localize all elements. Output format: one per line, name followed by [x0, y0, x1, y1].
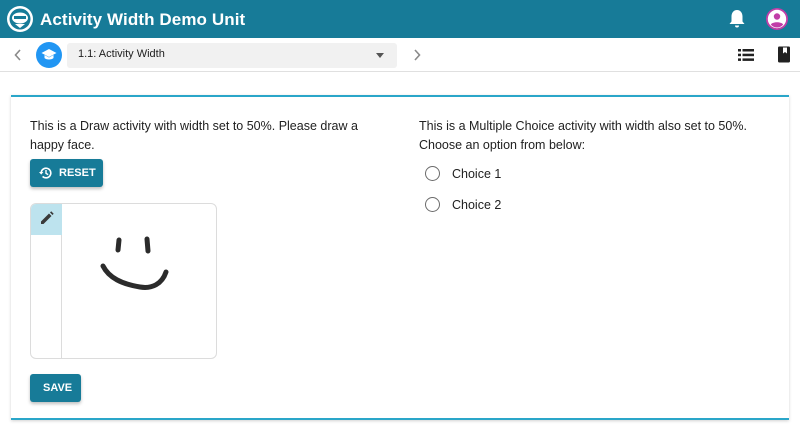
account-circle-icon[interactable]: [765, 7, 789, 31]
drawn-smile: [100, 263, 169, 290]
chevron-left-icon[interactable]: [10, 46, 26, 64]
pencil-tool-button[interactable]: [31, 204, 62, 235]
choice-option-1[interactable]: Choice 1: [425, 164, 625, 184]
draw-activity-prompt: This is a Draw activity with width set t…: [30, 119, 358, 152]
radio-button-2[interactable]: [425, 197, 440, 212]
drawing-canvas[interactable]: [62, 204, 217, 359]
list-icon[interactable]: [738, 48, 754, 62]
save-button[interactable]: SAVE: [30, 374, 81, 402]
chevron-right-icon[interactable]: [409, 46, 425, 64]
choice-label-1: Choice 1: [452, 167, 502, 181]
page-selector-value: 1.1: Activity Width: [78, 48, 165, 60]
choice-label-2: Choice 2: [452, 198, 502, 212]
app-bar: Activity Width Demo Unit: [0, 0, 800, 38]
bell-icon[interactable]: [727, 8, 747, 30]
pencil-icon: [41, 211, 54, 224]
page-selector[interactable]: 1.1: Activity Width: [67, 43, 397, 68]
reset-button-label: RESET: [59, 167, 96, 179]
app-title: Activity Width Demo Unit: [40, 10, 246, 29]
radio-button-1[interactable]: [425, 166, 440, 181]
drawn-left-eye: [115, 237, 122, 253]
app-logo-icon[interactable]: [6, 5, 34, 33]
multiple-choice-prompt: This is a Multiple Choice activity with …: [419, 119, 747, 152]
reset-button[interactable]: RESET: [30, 159, 103, 187]
drawing-toolbar: [31, 204, 62, 358]
drawing-panel: [30, 203, 217, 359]
navigation-bar: 1.1: Activity Width: [0, 38, 800, 72]
activity-card: This is a Draw activity with width set t…: [11, 95, 789, 420]
history-icon: [39, 167, 52, 179]
save-button-label: SAVE: [43, 382, 73, 394]
graduation-cap-icon[interactable]: [36, 42, 62, 68]
book-icon[interactable]: [777, 46, 791, 63]
drawn-right-eye: [144, 236, 151, 254]
choice-option-2[interactable]: Choice 2: [425, 195, 625, 215]
caret-down-icon: [376, 53, 384, 58]
